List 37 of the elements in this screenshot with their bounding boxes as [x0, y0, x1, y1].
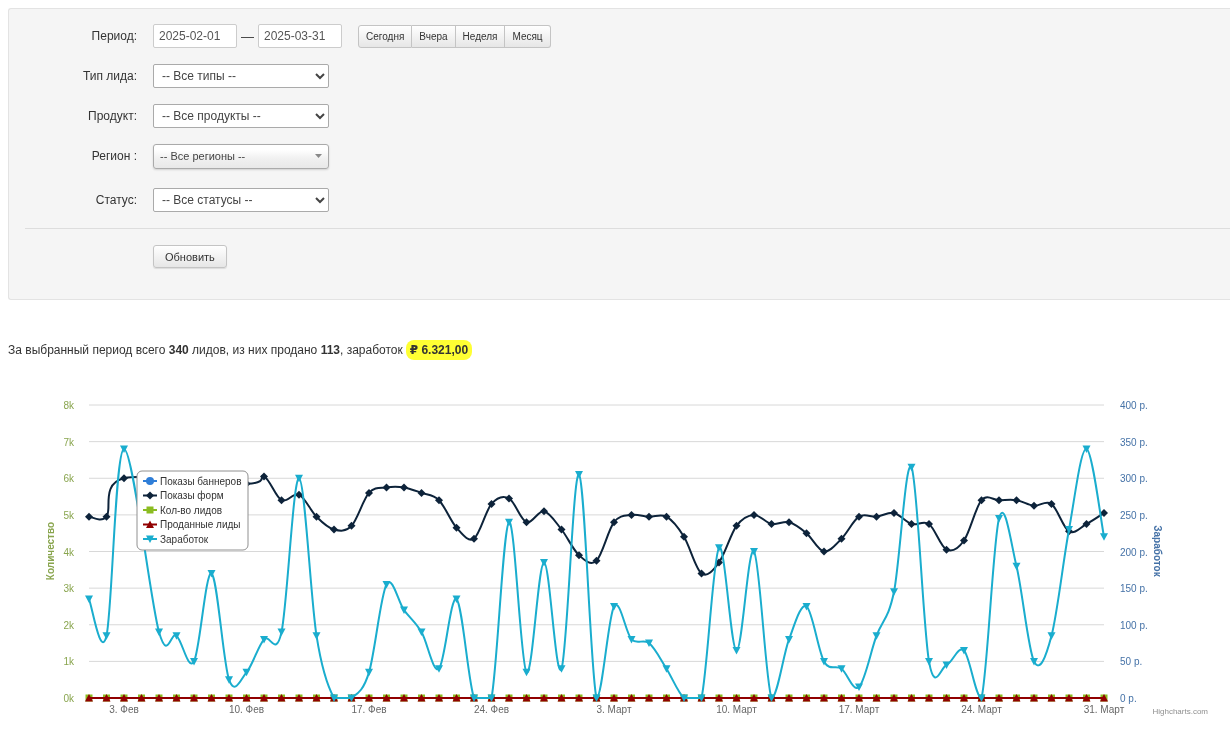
axis-tick-label: 300 р.	[1120, 473, 1148, 485]
axis-tick-label: 50 р.	[1120, 656, 1143, 668]
axis-tick-label: 4k	[63, 546, 74, 558]
axis-tick-label: 400 р.	[1120, 400, 1148, 411]
axis-tick-label: 0k	[63, 693, 74, 704]
axis-tick-label: 31. Март	[1083, 704, 1125, 715]
summary-text: За выбранный период всего 340 лидов, из них продано 113, заработок	[8, 343, 403, 357]
axis-tick-label: 3k	[63, 583, 74, 595]
earnings-amount: ₽ 6.321,00	[405, 340, 473, 360]
axis-tick-label: 1k	[63, 656, 74, 668]
axis-tick-label: 6k	[63, 473, 74, 485]
field-label: Статус:	[94, 193, 138, 207]
field-label: Продукт:	[87, 109, 138, 123]
axis-tick-label: 350 р.	[1120, 436, 1148, 448]
axis-tick-label: 2k	[63, 619, 74, 631]
axis-title: Заработок	[1152, 525, 1163, 577]
field-label: Период:	[90, 29, 138, 43]
axis-tick-label: 7k	[63, 436, 74, 448]
axis-tick-label: 24. Фев	[473, 704, 510, 715]
axis-tick-label: 200 р.	[1120, 546, 1148, 558]
axis-tick-label: 0 р.	[1120, 693, 1137, 704]
axis-tick-label: 3. Март	[596, 704, 632, 715]
axis-title: Количество	[45, 521, 56, 581]
axis-tick-label: 250 р.	[1120, 509, 1148, 521]
axis-tick-label: 10. Фев	[228, 704, 265, 715]
range-separator: —	[241, 28, 254, 44]
field-label: Регион :	[90, 149, 138, 163]
axis-tick-label: 100 р.	[1120, 619, 1148, 631]
field-label: Тип лида:	[81, 69, 138, 83]
axis-tick-label: 8k	[63, 400, 74, 411]
axis-tick-label: 150 р.	[1120, 583, 1148, 595]
axis-tick-label: 3. Фев	[109, 704, 139, 715]
axis-tick-label: 10. Март	[716, 704, 757, 715]
axis-tick-label: 17. Фев	[351, 704, 387, 715]
axis-tick-label: 17. Март	[838, 704, 880, 715]
axis-tick-label: 24. Март	[961, 704, 1002, 715]
axis-tick-label: 5k	[63, 509, 74, 521]
